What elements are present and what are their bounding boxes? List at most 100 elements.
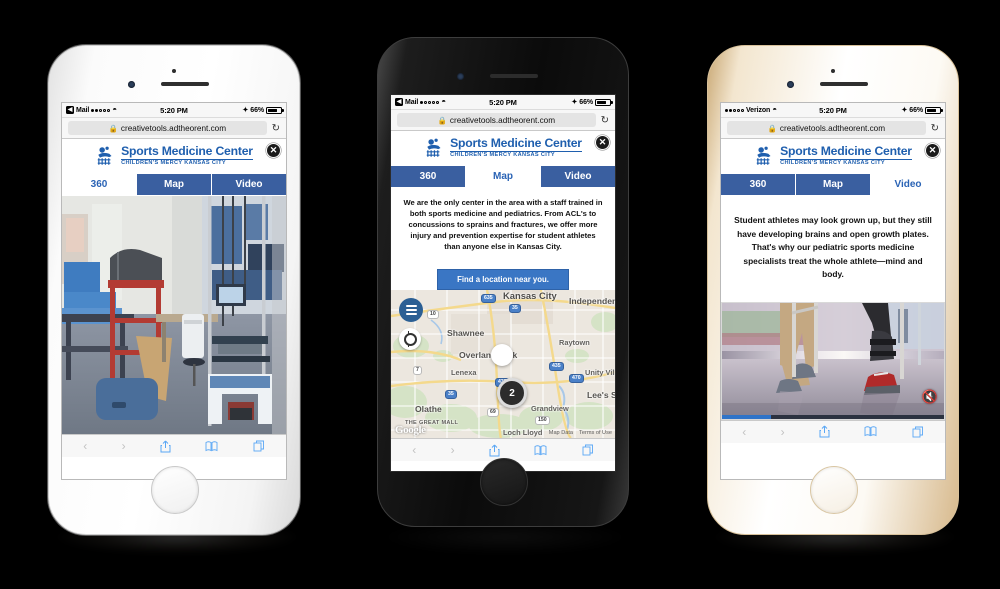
safari-url-bar-2[interactable]: 🔒 creativetools.adtheorent.com ↻ xyxy=(391,110,615,131)
url-field-3[interactable]: 🔒 creativetools.adtheorent.com xyxy=(727,121,926,135)
brand-title-2: Sports Medicine Center xyxy=(450,136,582,152)
google-map[interactable]: Kansas City Independence Shawnee Raytown… xyxy=(391,290,615,438)
status-bar-2: ◀ Mail ◓ 5:20 PM ✦ 66% xyxy=(391,95,615,110)
tab-360-1[interactable]: 360 xyxy=(62,174,137,196)
video-frame-image xyxy=(722,302,944,419)
tab-bar-1: 360 Map Video xyxy=(62,174,286,196)
route-shield-35-south: 35 xyxy=(445,390,457,399)
forward-icon-2[interactable]: › xyxy=(451,444,455,456)
tabs-icon-1[interactable] xyxy=(253,440,265,452)
device-iphone-white: ◀ Mail ◓ 5:20 PM ✦ 66% 🔒 creativetools.a… xyxy=(48,45,300,535)
tab-360-2[interactable]: 360 xyxy=(391,166,466,188)
clock-2: 5:20 PM xyxy=(489,97,517,107)
sports-medicine-logo-icon xyxy=(97,146,112,165)
panorama-360-image xyxy=(62,196,286,434)
route-shield-35-north: 35 xyxy=(509,304,521,313)
status-left-1: ◀ Mail ◓ xyxy=(66,106,160,114)
carrier-label-3: Verizon xyxy=(746,106,771,114)
close-icon-1[interactable]: ✕ xyxy=(266,143,281,158)
video-progress-bar[interactable] xyxy=(722,414,944,419)
earpiece-speaker-3 xyxy=(820,82,868,86)
safari-url-bar-1[interactable]: 🔒 creativetools.adtheorent.com ↻ xyxy=(62,118,286,139)
tab-360-3[interactable]: 360 xyxy=(721,174,796,196)
video-copy-text: Student athletes may look grown up, but … xyxy=(721,196,945,302)
map-label-unity-village: Unity Village xyxy=(585,368,615,377)
route-shield-635: 635 xyxy=(481,294,496,303)
device-bezel-3: Verizon ◓ 5:20 PM ✦ 66% 🔒 creativetools.… xyxy=(717,55,949,525)
sensor-row-3 xyxy=(717,69,949,89)
status-right-2: ✦ 66% xyxy=(517,98,613,106)
brand-logo-1: Sports Medicine Center CHILDREN'S MERCY … xyxy=(95,145,253,167)
video-player[interactable]: 🔇 xyxy=(721,301,945,420)
carrier-label-2: Mail xyxy=(405,98,419,106)
tab-video-2[interactable]: Video xyxy=(541,166,615,188)
tab-map-1[interactable]: Map xyxy=(137,174,212,196)
battery-percent-2: 66% xyxy=(579,98,593,106)
brand-text-3: Sports Medicine Center CHILDREN'S MERCY … xyxy=(780,145,912,166)
bookmarks-icon-2[interactable] xyxy=(534,444,547,456)
brand-subtitle-3: CHILDREN'S MERCY KANSAS CITY xyxy=(780,160,886,167)
page-header-2: Sports Medicine Center CHILDREN'S MERCY … xyxy=(391,131,615,166)
back-icon-1[interactable]: ‹ xyxy=(83,440,87,452)
reload-icon-1[interactable]: ↻ xyxy=(272,123,280,134)
screen-2: ◀ Mail ◓ 5:20 PM ✦ 66% 🔒 creativetools.a… xyxy=(391,95,615,471)
my-location-icon[interactable] xyxy=(399,328,421,350)
tab-map-3[interactable]: Map xyxy=(796,174,871,196)
home-button-1[interactable] xyxy=(151,466,199,514)
reload-icon-2[interactable]: ↻ xyxy=(601,115,609,126)
close-icon-3[interactable]: ✕ xyxy=(925,143,940,158)
map-data-link[interactable]: Map Data xyxy=(549,430,573,436)
status-right-1: ✦ 66% xyxy=(188,106,284,114)
forward-icon-3[interactable]: › xyxy=(781,426,785,438)
bookmarks-icon-3[interactable] xyxy=(864,426,877,437)
map-label-grandview: Grandview xyxy=(531,404,569,413)
clock-3: 5:20 PM xyxy=(819,105,847,115)
url-field-2[interactable]: 🔒 creativetools.adtheorent.com xyxy=(397,113,596,127)
muted-speaker-icon[interactable]: 🔇 xyxy=(922,389,938,405)
share-icon-2[interactable] xyxy=(489,444,500,457)
map-label-shawnee: Shawnee xyxy=(447,328,485,338)
forward-icon-1[interactable]: › xyxy=(122,440,126,452)
battery-icon-2 xyxy=(595,98,613,106)
route-shield-470: 470 xyxy=(569,374,584,383)
share-icon-1[interactable] xyxy=(160,440,171,453)
find-location-button[interactable]: Find a location near you. xyxy=(437,269,569,290)
tab-bar-2: 360 Map Video xyxy=(391,166,615,188)
map-label-loch-lloyd: Loch Lloyd xyxy=(503,428,543,437)
home-button-2[interactable] xyxy=(480,458,528,506)
brand-title-3: Sports Medicine Center xyxy=(780,144,912,160)
tabs-icon-3[interactable] xyxy=(912,426,924,438)
video-pane: Student athletes may look grown up, but … xyxy=(721,196,945,420)
tab-video-1[interactable]: Video xyxy=(212,174,286,196)
front-camera-icon-3 xyxy=(787,81,794,88)
reload-icon-3[interactable]: ↻ xyxy=(931,123,939,134)
status-bar-1: ◀ Mail ◓ 5:20 PM ✦ 66% xyxy=(62,103,286,118)
map-menu-icon[interactable] xyxy=(399,298,423,322)
page-header-1: Sports Medicine Center CHILDREN'S MERCY … xyxy=(62,139,286,174)
home-button-3[interactable] xyxy=(810,466,858,514)
back-icon-3[interactable]: ‹ xyxy=(742,426,746,438)
url-field-1[interactable]: 🔒 creativetools.adtheorent.com xyxy=(68,121,267,135)
bookmarks-icon-1[interactable] xyxy=(205,440,218,452)
panorama-360-viewer[interactable] xyxy=(62,196,286,434)
tab-map-2[interactable]: Map xyxy=(466,166,541,188)
close-icon-2[interactable]: ✕ xyxy=(595,135,610,150)
route-shield-7: 7 xyxy=(413,366,422,375)
back-icon-2[interactable]: ‹ xyxy=(412,444,416,456)
terms-of-use-link[interactable]: Terms of Use xyxy=(579,430,612,436)
map-marker-highlight[interactable] xyxy=(491,344,513,366)
safari-url-bar-3[interactable]: 🔒 creativetools.adtheorent.com ↻ xyxy=(721,118,945,139)
map-marker-cluster[interactable]: 2 xyxy=(497,378,527,408)
screen-1: ◀ Mail ◓ 5:20 PM ✦ 66% 🔒 creativetools.a… xyxy=(62,103,286,479)
back-to-mail-icon[interactable]: ◀ xyxy=(66,106,74,114)
route-shield-435-east: 435 xyxy=(549,362,564,371)
video-progress-fill xyxy=(722,414,771,419)
brand-text-1: Sports Medicine Center CHILDREN'S MERCY … xyxy=(121,145,253,166)
share-icon-3[interactable] xyxy=(819,425,830,438)
map-attribution: Map Data Terms of Use xyxy=(549,430,612,436)
bluetooth-icon-3: ✦ xyxy=(901,107,908,114)
tab-video-3[interactable]: Video xyxy=(871,174,945,196)
back-to-mail-icon-2[interactable]: ◀ xyxy=(395,98,403,106)
tabs-icon-2[interactable] xyxy=(582,444,594,456)
battery-icon-3 xyxy=(925,106,943,114)
